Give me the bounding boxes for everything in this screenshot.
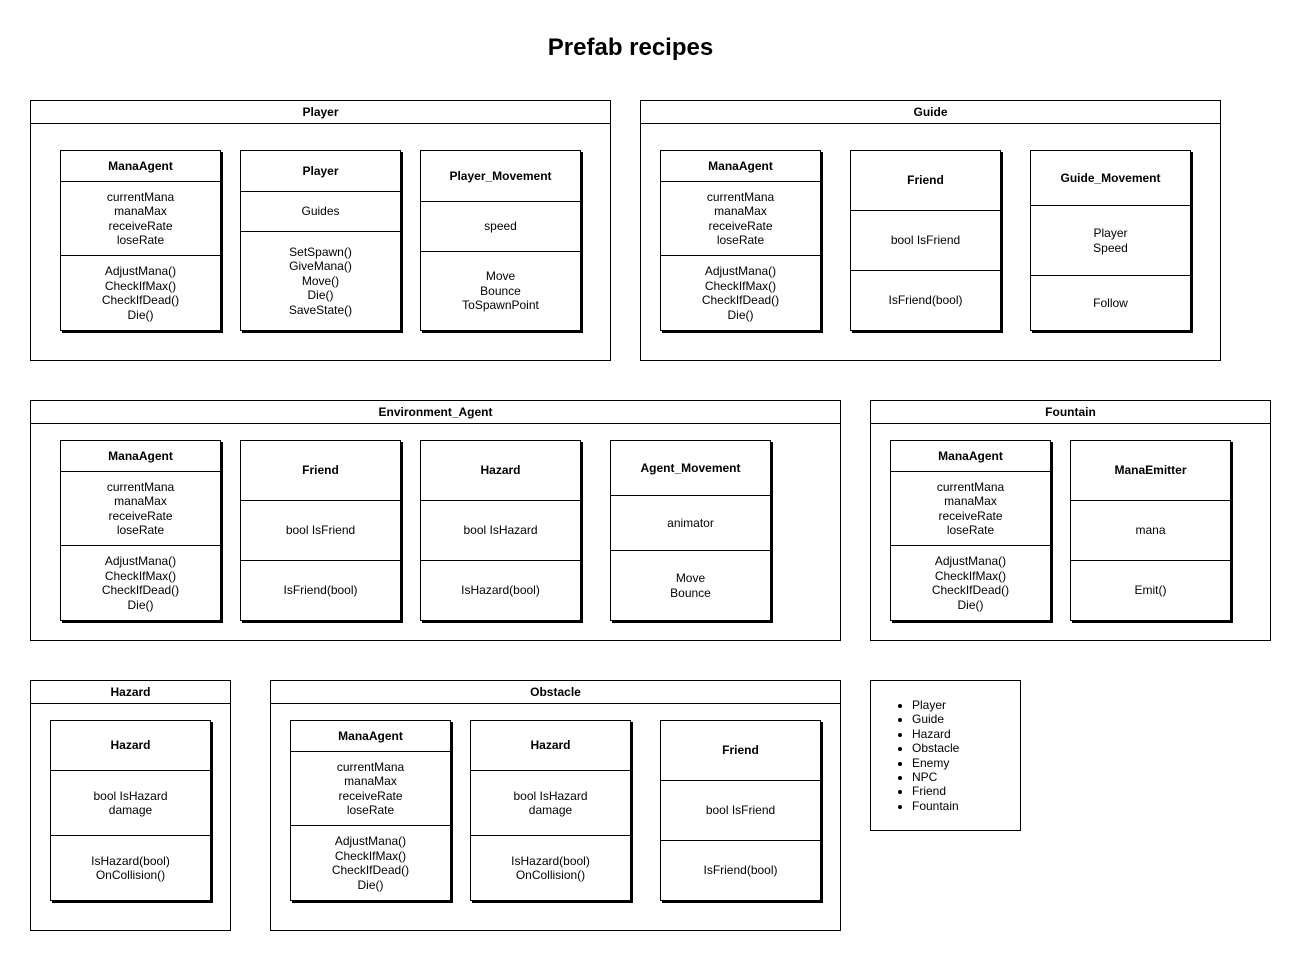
class-methods: AdjustMana() CheckIfMax() CheckIfDead() …	[291, 825, 450, 900]
class-methods: IsFriend(bool)	[851, 270, 1000, 330]
class-friend[interactable]: Friend bool IsFriend IsFriend(bool)	[850, 150, 1001, 331]
group-hazard-title: Hazard	[31, 681, 230, 704]
class-name: ManaAgent	[938, 448, 1003, 463]
list-item: Player	[912, 698, 1020, 712]
group-fountain: Fountain ManaAgent currentMana manaMax r…	[870, 400, 1271, 641]
class-methods: IsHazard(bool) OnCollision()	[471, 835, 630, 900]
class-attributes: currentMana manaMax receiveRate loseRate	[661, 181, 820, 255]
group-environment-agent-title: Environment_Agent	[31, 401, 840, 424]
class-methods: AdjustMana() CheckIfMax() CheckIfDead() …	[891, 545, 1050, 620]
class-manaemitter[interactable]: ManaEmitter mana Emit()	[1070, 440, 1231, 621]
class-name: Player	[302, 163, 339, 178]
class-name: Agent_Movement	[640, 460, 741, 475]
class-name: Guide_Movement	[1060, 170, 1161, 185]
group-environment-agent: Environment_Agent ManaAgent currentMana …	[30, 400, 841, 641]
class-attributes: Guides	[241, 191, 400, 231]
class-methods: AdjustMana() CheckIfMax() CheckIfDead() …	[661, 255, 820, 330]
class-friend[interactable]: Friend bool IsFriend IsFriend(bool)	[660, 720, 821, 901]
class-name: ManaAgent	[708, 158, 773, 173]
class-hazard[interactable]: Hazard bool IsHazard damage IsHazard(boo…	[50, 720, 211, 901]
class-attributes: currentMana manaMax receiveRate loseRate	[891, 471, 1050, 545]
class-manaagent[interactable]: ManaAgent currentMana manaMax receiveRat…	[290, 720, 451, 901]
class-name: Friend	[302, 463, 339, 478]
group-player-title: Player	[31, 101, 610, 124]
class-methods: AdjustMana() CheckIfMax() CheckIfDead() …	[61, 255, 220, 330]
class-manaagent[interactable]: ManaAgent currentMana manaMax receiveRat…	[890, 440, 1051, 621]
class-friend[interactable]: Friend bool IsFriend IsFriend(bool)	[240, 440, 401, 621]
class-name: Hazard	[480, 463, 521, 478]
class-name: Hazard	[530, 738, 571, 753]
class-player[interactable]: Player Guides SetSpawn() GiveMana() Move…	[240, 150, 401, 331]
class-methods: IsHazard(bool) OnCollision()	[51, 835, 210, 900]
class-methods: IsHazard(bool)	[421, 560, 580, 620]
class-name: Hazard	[110, 738, 151, 753]
group-fountain-title: Fountain	[871, 401, 1270, 424]
class-methods: SetSpawn() GiveMana() Move() Die() SaveS…	[241, 231, 400, 330]
class-name: ManaEmitter	[1114, 463, 1187, 478]
prefab-list: Player Guide Hazard Obstacle Enemy NPC F…	[870, 680, 1021, 831]
class-name: Friend	[907, 173, 944, 188]
class-name: Player_Movement	[449, 168, 552, 183]
class-attributes: currentMana manaMax receiveRate loseRate	[61, 471, 220, 545]
list-item: Friend	[912, 784, 1020, 798]
list-item: Fountain	[912, 799, 1020, 813]
class-hazard[interactable]: Hazard bool IsHazard damage IsHazard(boo…	[470, 720, 631, 901]
page-title: Prefab recipes	[547, 34, 714, 61]
class-methods: IsFriend(bool)	[241, 560, 400, 620]
prefab-list-items: Player Guide Hazard Obstacle Enemy NPC F…	[871, 698, 1020, 813]
class-manaagent[interactable]: ManaAgent currentMana manaMax receiveRat…	[60, 150, 221, 331]
class-attributes: mana	[1071, 500, 1230, 560]
class-attributes: currentMana manaMax receiveRate loseRate	[61, 181, 220, 255]
class-guide-movement[interactable]: Guide_Movement Player Speed Follow	[1030, 150, 1191, 331]
class-methods: Move Bounce ToSpawnPoint	[421, 251, 580, 330]
class-attributes: bool IsHazard	[421, 500, 580, 560]
class-attributes: bool IsFriend	[241, 500, 400, 560]
list-item: Obstacle	[912, 741, 1020, 755]
group-guide-title: Guide	[641, 101, 1220, 124]
class-attributes: speed	[421, 201, 580, 251]
list-item: Hazard	[912, 727, 1020, 741]
class-name: ManaAgent	[108, 158, 173, 173]
class-attributes: bool IsFriend	[661, 780, 820, 840]
group-guide: Guide ManaAgent currentMana manaMax rece…	[640, 100, 1221, 361]
class-attributes: bool IsHazard damage	[471, 770, 630, 835]
class-methods: Emit()	[1071, 560, 1230, 620]
class-name: Friend	[722, 743, 759, 758]
list-item: NPC	[912, 770, 1020, 784]
list-item: Enemy	[912, 756, 1020, 770]
class-name: ManaAgent	[338, 728, 403, 743]
class-methods: AdjustMana() CheckIfMax() CheckIfDead() …	[61, 545, 220, 620]
class-attributes: bool IsHazard damage	[51, 770, 210, 835]
class-attributes: currentMana manaMax receiveRate loseRate	[291, 751, 450, 825]
class-name: ManaAgent	[108, 448, 173, 463]
class-player-movement[interactable]: Player_Movement speed Move Bounce ToSpaw…	[420, 150, 581, 331]
class-attributes: bool IsFriend	[851, 210, 1000, 270]
class-hazard[interactable]: Hazard bool IsHazard IsHazard(bool)	[420, 440, 581, 621]
class-methods: Move Bounce	[611, 550, 770, 620]
class-agent-movement[interactable]: Agent_Movement animator Move Bounce	[610, 440, 771, 621]
group-player: Player ManaAgent currentMana manaMax rec…	[30, 100, 611, 361]
class-attributes: Player Speed	[1031, 205, 1190, 275]
group-obstacle: Obstacle ManaAgent currentMana manaMax r…	[270, 680, 841, 931]
class-manaagent[interactable]: ManaAgent currentMana manaMax receiveRat…	[660, 150, 821, 331]
group-obstacle-title: Obstacle	[271, 681, 840, 704]
class-manaagent[interactable]: ManaAgent currentMana manaMax receiveRat…	[60, 440, 221, 621]
class-methods: Follow	[1031, 275, 1190, 330]
group-hazard: Hazard Hazard bool IsHazard damage IsHaz…	[30, 680, 231, 931]
class-attributes: animator	[611, 495, 770, 550]
list-item: Guide	[912, 712, 1020, 726]
class-methods: IsFriend(bool)	[661, 840, 820, 900]
